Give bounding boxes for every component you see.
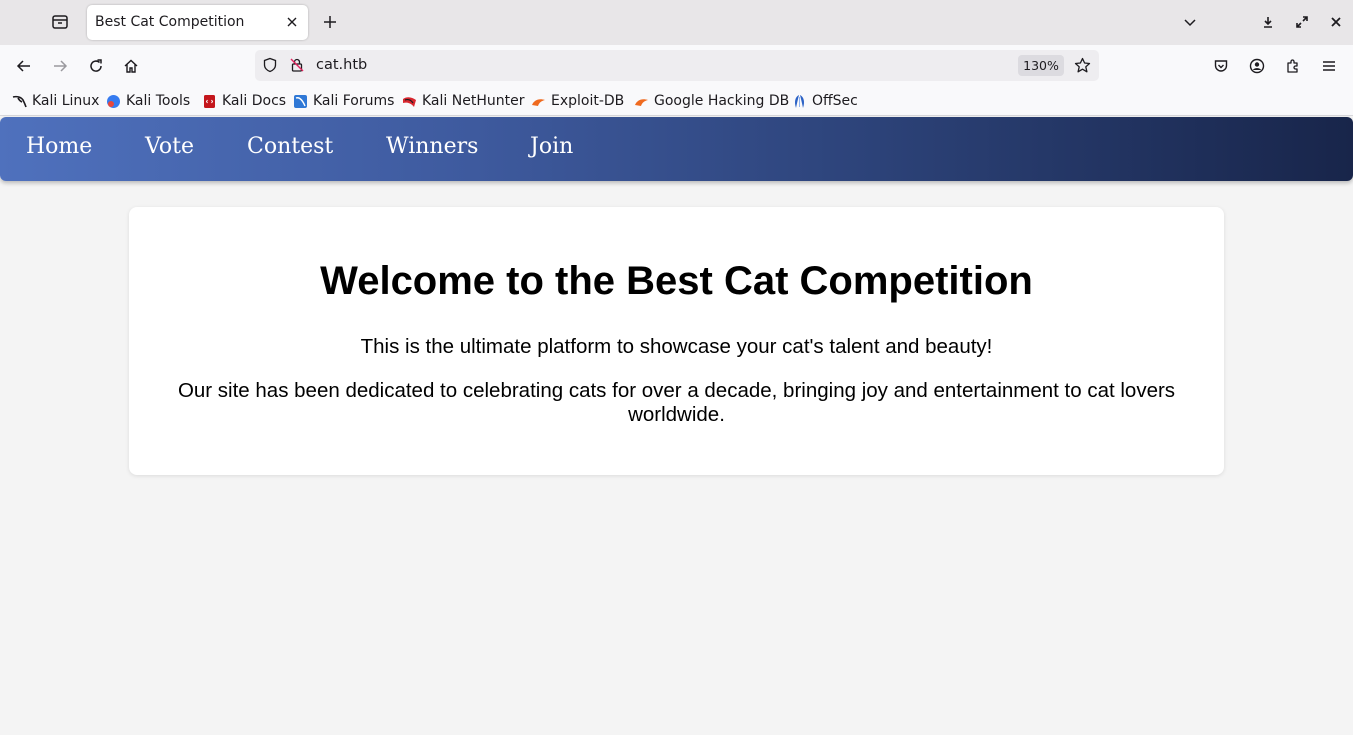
- forward-icon[interactable]: [46, 52, 74, 80]
- site-navigation: Home Vote Contest Winners Join: [0, 117, 1353, 181]
- active-tab[interactable]: Best Cat Competition: [87, 5, 308, 40]
- intro-text: This is the ultimate platform to showcas…: [360, 335, 993, 358]
- bookmark-label: Kali NetHunter: [422, 93, 525, 109]
- address-bar[interactable]: cat.htb 130%: [255, 50, 1099, 81]
- insecure-lock-icon[interactable]: [289, 57, 305, 73]
- bookmark-label: OffSec: [812, 93, 858, 109]
- nav-link-contest[interactable]: Contest: [247, 134, 333, 159]
- bookmark-label: Kali Tools: [126, 93, 191, 109]
- kali-docs-icon: [202, 94, 217, 109]
- kali-forums-icon: [293, 94, 308, 109]
- bookmark-kali-docs[interactable]: Kali Docs: [202, 92, 286, 110]
- browser-toolbar: cat.htb 130%: [0, 45, 1353, 86]
- close-tab-icon[interactable]: [283, 13, 301, 31]
- bookmark-offsec[interactable]: OffSec: [792, 92, 858, 110]
- offsec-icon: [792, 94, 807, 109]
- zoom-level[interactable]: 130%: [1018, 55, 1064, 76]
- kali-tools-icon: [106, 94, 121, 109]
- bookmark-label: Google Hacking DB: [654, 93, 790, 109]
- bookmark-label: Exploit-DB: [551, 93, 625, 109]
- bookmark-label: Kali Docs: [222, 93, 287, 109]
- firefox-view-icon[interactable]: [46, 8, 74, 36]
- list-all-tabs-icon[interactable]: [1178, 10, 1202, 34]
- exploit-db-icon: [531, 94, 546, 109]
- bookmark-star-icon[interactable]: [1074, 57, 1091, 74]
- bookmark-kali-nethunter[interactable]: Kali NetHunter: [402, 92, 524, 110]
- nav-link-home[interactable]: Home: [26, 134, 92, 159]
- account-icon[interactable]: [1243, 52, 1271, 80]
- kali-nethunter-icon: [402, 94, 417, 109]
- maximize-icon[interactable]: [1290, 10, 1314, 34]
- pocket-icon[interactable]: [1207, 52, 1235, 80]
- browser-tab-bar: Best Cat Competition: [0, 0, 1353, 45]
- tab-title: Best Cat Competition: [95, 14, 245, 30]
- nav-link-winners[interactable]: Winners: [386, 134, 478, 159]
- ghdb-icon: [634, 94, 649, 109]
- nav-link-join[interactable]: Join: [530, 134, 573, 159]
- extensions-icon[interactable]: [1279, 52, 1307, 80]
- bookmark-kali-forums[interactable]: Kali Forums: [293, 92, 394, 110]
- bookmark-label: Kali Forums: [313, 93, 395, 109]
- menu-icon[interactable]: [1315, 52, 1343, 80]
- bookmark-label: Kali Linux: [32, 93, 100, 109]
- bookmark-google-hacking-db[interactable]: Google Hacking DB: [634, 92, 789, 110]
- bookmark-exploit-db[interactable]: Exploit-DB: [531, 92, 624, 110]
- bookmark-kali-tools[interactable]: Kali Tools: [106, 92, 190, 110]
- url-text[interactable]: cat.htb: [316, 57, 367, 73]
- close-window-icon[interactable]: [1324, 10, 1348, 34]
- bookmark-kali-linux[interactable]: Kali Linux: [12, 92, 99, 110]
- page-title: Welcome to the Best Cat Competition: [320, 259, 1033, 303]
- new-tab-icon[interactable]: [318, 10, 342, 34]
- reload-icon[interactable]: [82, 52, 110, 80]
- welcome-card: Welcome to the Best Cat Competition This…: [129, 207, 1224, 475]
- about-text: Our site has been dedicated to celebrati…: [177, 379, 1176, 426]
- home-icon[interactable]: [117, 52, 145, 80]
- kali-dragon-icon: [12, 94, 27, 109]
- shield-icon[interactable]: [262, 57, 278, 73]
- nav-link-vote[interactable]: Vote: [145, 134, 194, 159]
- back-icon[interactable]: [10, 52, 38, 80]
- bookmarks-toolbar: Kali Linux Kali Tools Kali Docs Kali For…: [0, 86, 1353, 116]
- minimize-icon[interactable]: [1256, 10, 1280, 34]
